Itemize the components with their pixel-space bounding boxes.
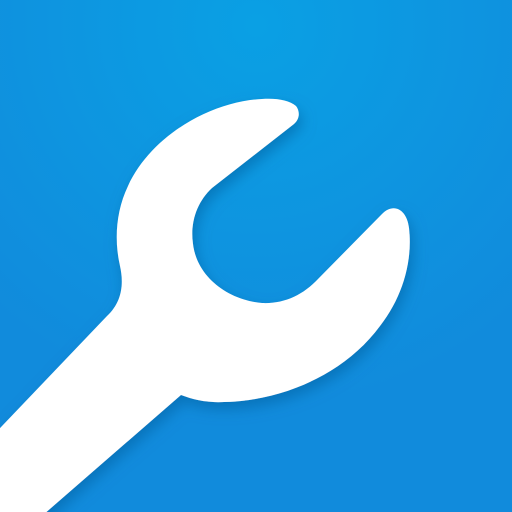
app-icon-tile[interactable]: [0, 0, 512, 512]
wrench-icon: [0, 0, 512, 512]
